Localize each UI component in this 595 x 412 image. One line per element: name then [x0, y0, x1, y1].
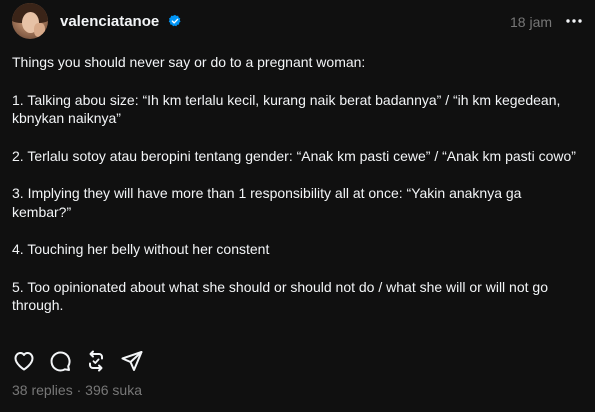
avatar[interactable] [12, 3, 48, 39]
verified-badge-icon [168, 14, 181, 27]
post-intro: Things you should never say or do to a p… [12, 54, 366, 70]
reply-count[interactable]: 38 replies [12, 382, 73, 398]
post-point: 2. Terlalu sotoy atau beropini tentang g… [12, 147, 576, 164]
repost-icon[interactable] [84, 349, 108, 373]
post-point: 4. Touching her belly without her conste… [12, 241, 270, 257]
username[interactable]: valenciatanoe [60, 13, 159, 30]
post-timestamp: 18 jam [510, 14, 553, 30]
stats-separator: · [76, 382, 82, 398]
avatar-hand [34, 23, 45, 37]
post-point: 3. Implying they will have more than 1 r… [12, 185, 522, 220]
post-stats: 38 replies · 396 suka [12, 382, 142, 398]
like-count[interactable]: 396 suka [85, 382, 142, 398]
post-point: 1. Talking abou size: “Ih km terlalu kec… [12, 91, 561, 127]
more-options-icon[interactable] [563, 11, 585, 31]
heart-icon[interactable] [12, 349, 36, 373]
post-body: Things you should never say or do to a p… [12, 53, 584, 334]
share-icon[interactable] [120, 349, 144, 373]
post-point: 5. Too opinionated about what she should… [12, 278, 548, 314]
comment-icon[interactable] [48, 349, 72, 373]
post-header: valenciatanoe 18 jam [12, 3, 587, 43]
thread-post: valenciatanoe 18 jam Things you should n… [0, 0, 595, 412]
